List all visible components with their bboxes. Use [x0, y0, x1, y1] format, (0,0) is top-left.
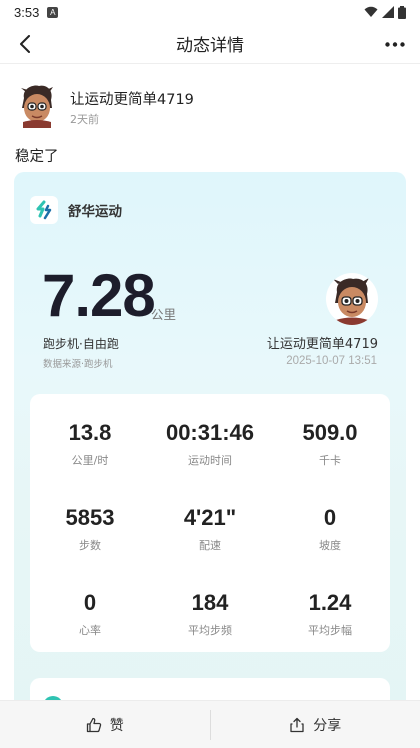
thumbs-up-icon — [86, 717, 101, 732]
stat-label: 配速 — [199, 539, 221, 552]
share-button[interactable]: 分享 — [211, 701, 420, 748]
stat-incline: 0 坡度 — [270, 505, 390, 553]
brand-name: 舒华运动 — [68, 204, 122, 220]
stat-value: 00:31:46 — [165, 420, 255, 445]
workout-card[interactable]: 舒华运动 7.28 公里 跑步机·自由跑 数据来源·跑步机 让运动更简单4719… — [14, 172, 406, 732]
distance-unit: 公里 — [151, 307, 177, 322]
run-datetime: 2025-10-07 13:51 — [286, 355, 377, 367]
shuhua-logo-icon — [30, 196, 58, 224]
stat-value: 4'21" — [183, 505, 237, 530]
stat-label: 平均步幅 — [308, 624, 352, 637]
wifi-icon — [364, 6, 378, 17]
status-icons — [364, 5, 406, 19]
post-time: 2天前 — [70, 113, 99, 126]
stat-heart-rate: 0 心率 — [30, 590, 150, 638]
stats-panel: 13.8 公里/时 00:31:46 运动时间 509.0 千卡 5853 步数… — [30, 394, 390, 652]
stat-label: 平均步频 — [188, 624, 232, 637]
share-label: 分享 — [313, 717, 342, 734]
card-brand: 舒华运动 — [30, 196, 122, 224]
bottom-action-bar: 赞 分享 — [0, 700, 420, 748]
stat-value: 13.8 — [68, 420, 112, 445]
status-time: 3:53 — [14, 4, 40, 20]
post-username[interactable]: 让运动更简单4719 — [70, 88, 194, 109]
back-button[interactable] — [14, 32, 36, 56]
stat-label: 心率 — [79, 624, 101, 637]
stat-value: 1.24 — [308, 590, 352, 615]
like-label: 赞 — [109, 717, 124, 734]
run-type: 跑步机·自由跑 — [43, 337, 119, 351]
more-button[interactable] — [382, 32, 408, 56]
like-button[interactable]: 赞 — [0, 701, 210, 748]
share-icon — [290, 717, 304, 732]
data-source: 数据来源·跑步机 — [43, 359, 113, 370]
stat-steps: 5853 步数 — [30, 505, 150, 553]
stat-stride: 1.24 平均步幅 — [270, 590, 390, 638]
page-title: 动态详情 — [176, 36, 244, 56]
nav-bar: 动态详情 — [0, 24, 420, 64]
stat-label: 坡度 — [319, 539, 341, 552]
notification-icon: A — [47, 6, 59, 18]
stat-value: 184 — [191, 590, 229, 615]
stat-value: 0 — [323, 505, 337, 530]
stat-label: 公里/时 — [71, 454, 109, 467]
post-header: 让运动更简单4719 2天前 — [0, 84, 420, 132]
distance-value: 7.28 — [42, 262, 156, 329]
runner-name: 让运动更简单4719 — [266, 337, 378, 352]
stat-calories: 509.0 千卡 — [270, 420, 390, 468]
stat-pace: 4'21" 配速 — [150, 505, 270, 553]
post-text: 稳定了 — [15, 149, 59, 165]
stat-speed: 13.8 公里/时 — [30, 420, 150, 468]
stat-label: 运动时间 — [188, 454, 232, 467]
stat-value: 509.0 — [302, 420, 358, 445]
signal-icon — [382, 6, 394, 18]
stat-label: 千卡 — [319, 454, 341, 467]
stat-value: 5853 — [65, 505, 115, 530]
runner-avatar — [326, 273, 378, 325]
more-dots-icon — [385, 41, 405, 47]
screen: 3:53 A 动态详情 让运动更简单4719 2天前 稳定了 舒华运动 7.28… — [0, 0, 420, 748]
avatar[interactable] — [16, 84, 58, 128]
stat-cadence: 184 平均步频 — [150, 590, 270, 638]
status-bar: 3:53 A — [0, 0, 420, 24]
battery-icon — [398, 5, 406, 19]
back-arrow-icon — [20, 35, 30, 53]
stat-value: 0 — [83, 590, 97, 615]
stat-duration: 00:31:46 运动时间 — [150, 420, 270, 468]
stat-label: 步数 — [79, 539, 101, 552]
